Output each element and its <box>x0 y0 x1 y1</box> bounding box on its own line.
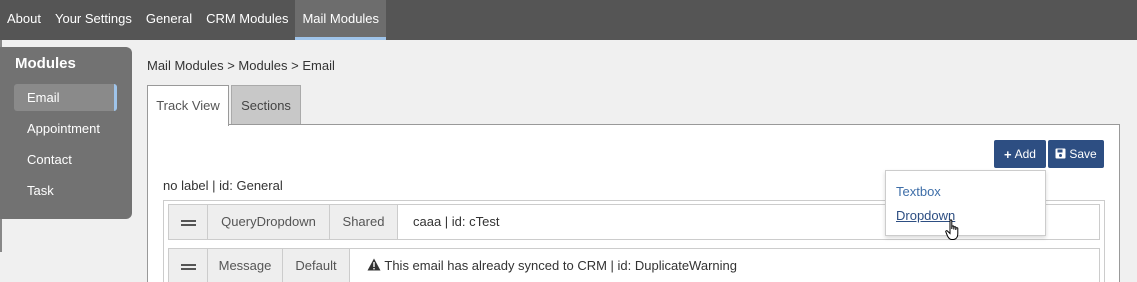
nav-mail-modules[interactable]: Mail Modules <box>295 0 387 40</box>
nav-about[interactable]: About <box>0 0 48 40</box>
warning-icon <box>367 258 384 273</box>
save-icon <box>1055 147 1066 162</box>
section-label: no label | id: General <box>163 178 283 193</box>
nav-crm-modules[interactable]: CRM Modules <box>199 0 295 40</box>
sidebar-item-email[interactable]: Email <box>14 84 117 111</box>
field-text: caaa | id: cTest <box>413 214 500 229</box>
add-button-label: Add <box>1014 147 1036 161</box>
field-type: Message <box>208 249 283 282</box>
save-button-label: Save <box>1069 147 1097 161</box>
sidebar-item-appointment[interactable]: Appointment <box>14 115 117 142</box>
breadcrumb: Mail Modules > Modules > Email <box>147 58 335 73</box>
add-dropdown-menu: Textbox Dropdown <box>885 170 1046 236</box>
top-nav: About Your Settings General CRM Modules … <box>0 0 1137 40</box>
nav-general[interactable]: General <box>139 0 199 40</box>
field-text: This email has already synced to CRM | i… <box>384 258 737 273</box>
hand-cursor-icon <box>945 219 963 246</box>
field-text-wrap: This email has already synced to CRM | i… <box>367 249 737 282</box>
tab-sections[interactable]: Sections <box>231 85 301 125</box>
field-type: QueryDropdown <box>208 205 330 239</box>
tab-track-view[interactable]: Track View <box>147 85 229 126</box>
sidebar: Modules Email Appointment Contact Task <box>0 47 132 219</box>
plus-icon: + <box>1004 146 1012 162</box>
dropdown-option-textbox[interactable]: Textbox <box>896 184 941 199</box>
drag-handle-icon[interactable] <box>169 205 208 239</box>
nav-your-settings[interactable]: Your Settings <box>48 0 139 40</box>
sidebar-item-contact[interactable]: Contact <box>14 146 117 173</box>
add-button[interactable]: + Add <box>994 140 1046 168</box>
sidebar-item-task[interactable]: Task <box>14 177 117 204</box>
field-row: Message Default This email has already s… <box>168 248 1100 282</box>
field-mode: Shared <box>330 205 398 239</box>
field-mode: Default <box>283 249 350 282</box>
drag-handle-icon[interactable] <box>169 249 208 282</box>
sidebar-title: Modules <box>15 55 76 72</box>
save-button[interactable]: Save <box>1048 140 1104 168</box>
